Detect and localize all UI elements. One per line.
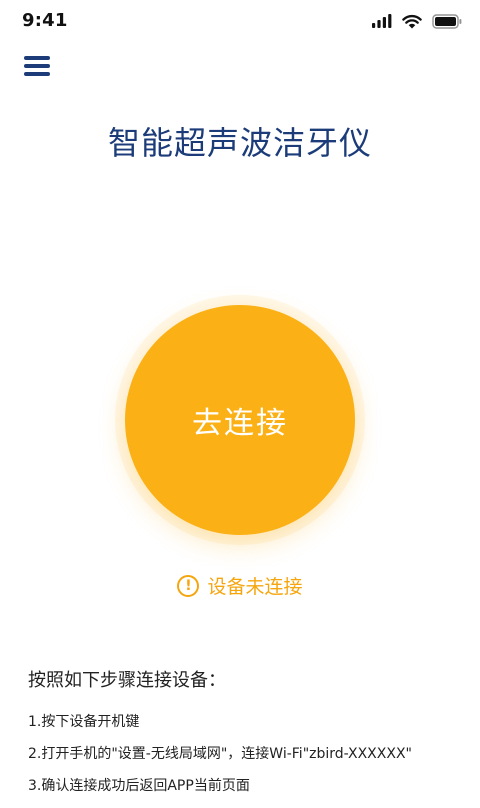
connect-button[interactable]: 去连接 [125,305,355,535]
instruction-step-3: 3.确认连接成功后返回APP当前页面 [28,778,250,794]
menu-line [24,64,50,68]
alert-circle-icon: ! [177,574,200,597]
page-title: 智能超声波洁牙仪 [107,124,372,162]
instructions-heading: 按照如下步骤连接设备： [28,670,226,691]
status-time: 9:41 [22,10,68,31]
signal-icon [372,14,392,28]
device-status: ! 设备未连接 [0,572,480,599]
hamburger-menu-icon[interactable] [24,54,50,78]
menu-line [24,56,50,60]
status-icons [372,12,462,30]
instruction-step-1: 1.按下设备开机键 [28,714,140,730]
instruction-step-2: 2.打开手机的"设置-无线局域网"，连接Wi-Fi"zbird-XXXXXX" [28,746,412,762]
connection-instructions: 按照如下步骤连接设备： 1.按下设备开机键 2.打开手机的"设置-无线局域网"，… [28,666,468,808]
device-status-text: 设备未连接 [207,576,303,598]
battery-icon [432,13,462,29]
connect-button-label: 去连接 [192,406,288,441]
status-bar: 9:41 [0,0,480,44]
wifi-icon [402,14,422,28]
menu-line [24,72,50,76]
